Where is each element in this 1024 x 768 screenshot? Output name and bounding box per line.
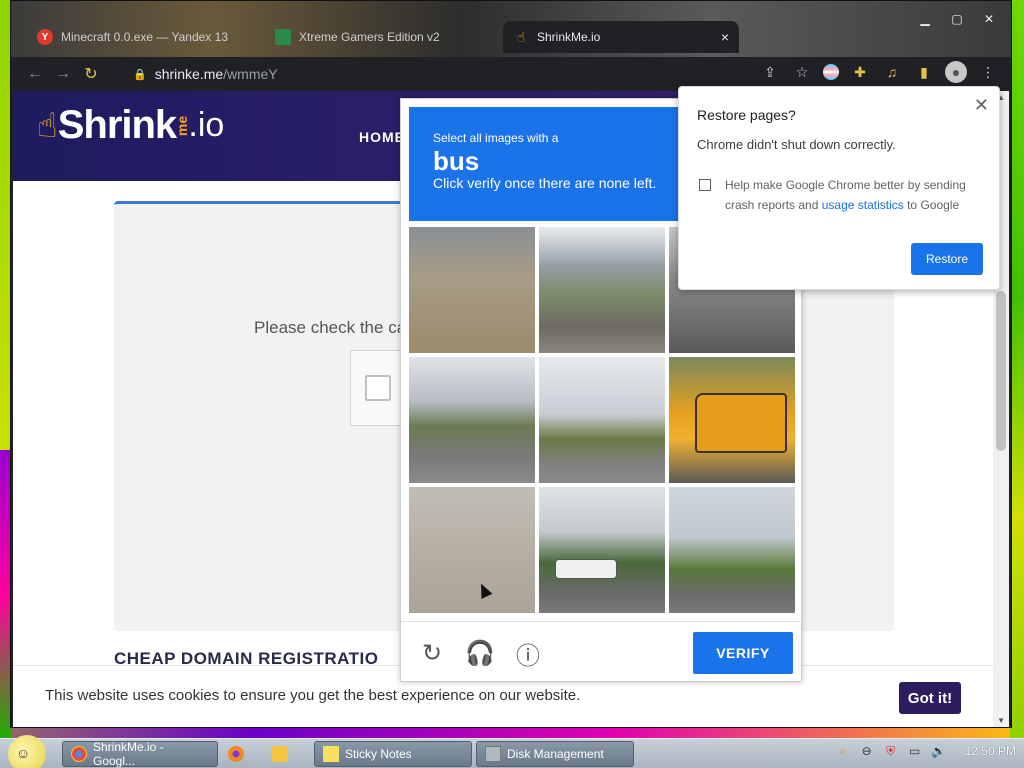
taskbar: ☺ ShrinkMe.io - Googl... Sticky Notes Di… [0, 735, 1024, 768]
url-path: /wmmeY [223, 66, 278, 82]
taskbar-item-label: Disk Management [507, 747, 604, 761]
restore-message: Chrome didn't shut down correctly. [697, 137, 896, 152]
sticky-notes-icon [323, 746, 339, 762]
chrome-icon [71, 746, 87, 762]
crash-reports-checkbox[interactable] [699, 179, 711, 191]
image-tile[interactable] [539, 487, 665, 613]
toolbar-icons: ⇪ ☆ ✚ ♫ ▮ ● ⋮ [759, 61, 999, 83]
image-tile[interactable] [669, 357, 795, 483]
display-icon[interactable]: ▭ [907, 743, 923, 759]
lock-icon: 🔒 [133, 68, 147, 81]
taskbar-item-chrome[interactable]: ShrinkMe.io - Googl... [62, 740, 218, 768]
back-icon[interactable]: ← [21, 60, 49, 88]
challenge-footer: ↻ 🎧 ⓘ VERIFY [401, 621, 801, 683]
tab-label: Xtreme Gamers Edition v2 [299, 30, 440, 44]
hand-pointer-icon: ☝ [37, 106, 58, 145]
tab-yandex[interactable]: Y Minecraft 0.0.exe — Yandex 13 [27, 21, 253, 53]
restore-button[interactable]: Restore [911, 243, 983, 275]
yandex-icon: Y [37, 29, 53, 45]
url-host: shrinke.me [154, 66, 224, 82]
extensions-puzzle-icon[interactable]: ✚ [849, 61, 871, 83]
url-text: shrinke.me/wmmeY [155, 66, 278, 82]
tab-shrinkme[interactable]: ☝ ShrinkMe.io × [503, 21, 739, 53]
audio-challenge-icon[interactable]: 🎧 [465, 638, 495, 668]
bus-image [555, 559, 617, 579]
shrinkme-logo[interactable]: ☝ Shrink me .io [37, 103, 224, 148]
verify-button[interactable]: VERIFY [693, 632, 793, 674]
image-tile[interactable] [669, 487, 795, 613]
bookmark-star-icon[interactable]: ☆ [791, 61, 813, 83]
volume-icon[interactable]: 🔊 [931, 743, 947, 759]
logo-text: Shrink [57, 103, 177, 147]
image-tile[interactable] [539, 357, 665, 483]
smiley-icon: ☺ [16, 745, 31, 761]
reload-challenge-icon[interactable]: ↻ [417, 638, 447, 668]
taskbar-item-label: Sticky Notes [345, 747, 412, 761]
restore-title: Restore pages? [697, 107, 796, 123]
maximize-icon[interactable]: ▢ [943, 9, 971, 29]
logo-me: me [174, 115, 191, 136]
share-icon[interactable]: ⇪ [759, 61, 781, 83]
menu-kebab-icon[interactable]: ⋮ [977, 61, 999, 83]
tab-close-icon[interactable]: × [721, 29, 729, 45]
taskbar-item-firefox[interactable] [228, 741, 256, 767]
desktop-wallpaper-right [1010, 0, 1024, 740]
forward-icon[interactable]: → [49, 60, 77, 88]
usage-statistics-link[interactable]: usage statistics [822, 198, 904, 212]
firefox-icon [228, 746, 244, 762]
disk-management-icon [485, 746, 501, 762]
image-tile[interactable] [409, 487, 535, 613]
clock[interactable]: 12:50 PM [965, 744, 1016, 758]
folder-icon [272, 746, 288, 762]
image-tile[interactable] [409, 357, 535, 483]
minimize-icon[interactable]: ▁ [911, 9, 939, 29]
window-controls: ▁ ▢ ✕ [911, 9, 1003, 29]
search-icon[interactable]: ⌕ [835, 743, 851, 759]
address-bar[interactable]: 🔒 shrinke.me/wmmeY [125, 61, 835, 87]
pride-flag-extension-icon[interactable] [823, 64, 839, 80]
help-suffix: to Google [903, 198, 960, 212]
taskbar-item-disk-management[interactable]: Disk Management [476, 741, 634, 767]
restore-pages-popup: Restore pages? ✕ Chrome didn't shut down… [678, 86, 1000, 290]
taskbar-item-explorer[interactable] [272, 741, 306, 767]
logo-io: .io [188, 106, 225, 144]
crash-reports-label: Help make Google Chrome better by sendin… [725, 175, 985, 215]
start-button[interactable]: ☺ [8, 735, 46, 768]
nav-home-link[interactable]: HOME [359, 129, 405, 145]
scroll-down-icon[interactable]: ▼ [997, 716, 1005, 725]
tab-xtreme-gamers[interactable]: Xtreme Gamers Edition v2 [265, 21, 497, 53]
close-icon[interactable]: ✕ [975, 9, 1003, 29]
network-status-icon[interactable]: ⊖ [859, 743, 875, 759]
image-tile[interactable] [539, 227, 665, 353]
app-icon [275, 29, 291, 45]
info-icon[interactable]: ⓘ [513, 638, 543, 670]
close-icon[interactable]: ✕ [974, 95, 989, 116]
scroll-thumb[interactable] [996, 291, 1006, 451]
tab-label: Minecraft 0.0.exe — Yandex 13 [61, 30, 228, 44]
reload-icon[interactable]: ↻ [77, 60, 105, 88]
side-panel-icon[interactable]: ▮ [913, 61, 935, 83]
security-alert-icon[interactable]: ⛨ [883, 743, 899, 759]
title-bar: Y Minecraft 0.0.exe — Yandex 13 Xtreme G… [11, 1, 1011, 57]
shrinkme-icon: ☝ [516, 28, 526, 45]
profile-avatar-icon[interactable]: ● [945, 61, 967, 83]
tab-label: ShrinkMe.io [537, 30, 601, 44]
cookie-accept-button[interactable]: Got it! [899, 682, 961, 714]
taskbar-item-sticky-notes[interactable]: Sticky Notes [314, 741, 472, 767]
recaptcha-checkbox[interactable] [365, 375, 391, 401]
image-tile[interactable] [409, 227, 535, 353]
school-bus-image [695, 393, 787, 453]
please-check-text: Please check the ca [254, 318, 407, 337]
taskbar-item-label: ShrinkMe.io - Googl... [93, 740, 164, 768]
system-tray: ⌕ ⊖ ⛨ ▭ 🔊 12:50 PM [835, 743, 1016, 759]
cookie-text: This website uses cookies to ensure you … [45, 687, 581, 704]
media-control-icon[interactable]: ♫ [881, 61, 903, 83]
